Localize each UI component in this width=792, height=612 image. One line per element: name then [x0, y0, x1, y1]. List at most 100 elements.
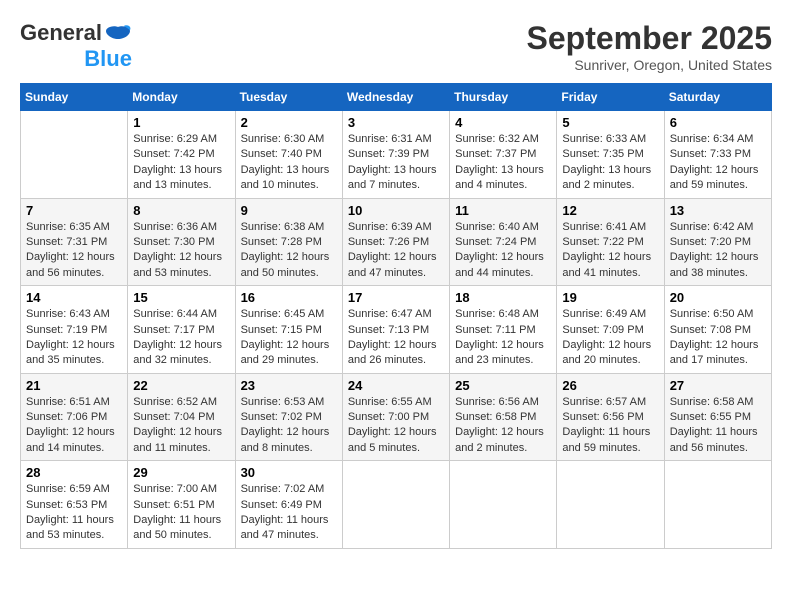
main-title: September 2025: [527, 20, 772, 57]
calendar-cell: 6 Sunrise: 6:34 AM Sunset: 7:33 PM Daylig…: [664, 111, 771, 199]
logo-blue: Blue: [84, 46, 132, 72]
calendar-cell: 4 Sunrise: 6:32 AM Sunset: 7:37 PM Daylig…: [450, 111, 557, 199]
col-header-sunday: Sunday: [21, 84, 128, 111]
calendar-cell: 29 Sunrise: 7:00 AM Sunset: 6:51 PM Dayli…: [128, 461, 235, 549]
calendar-cell: 14Sunrise: 6:43 AM Sunset: 7:19 PM Dayli…: [21, 286, 128, 374]
day-info: Sunrise: 6:34 AM Sunset: 7:33 PM Dayligh…: [670, 132, 766, 194]
day-info: Sunrise: 6:51 AM Sunset: 7:06 PM Dayligh…: [26, 395, 122, 457]
calendar-cell: 20 Sunrise: 6:50 AM Sunset: 7:08 PM Dayli…: [664, 286, 771, 374]
day-info: Sunrise: 6:42 AM Sunset: 7:20 PM Dayligh…: [670, 220, 766, 282]
week-row-3: 14Sunrise: 6:43 AM Sunset: 7:19 PM Dayli…: [21, 286, 772, 374]
day-info: Sunrise: 7:02 AM Sunset: 6:49 PM Dayligh…: [241, 482, 337, 544]
day-info: Sunrise: 6:35 AM Sunset: 7:31 PM Dayligh…: [26, 220, 122, 282]
calendar-cell: 23 Sunrise: 6:53 AM Sunset: 7:02 PM Dayli…: [235, 373, 342, 461]
day-info: Sunrise: 6:44 AM Sunset: 7:17 PM Dayligh…: [133, 307, 229, 369]
calendar-header-row: SundayMondayTuesdayWednesdayThursdayFrid…: [21, 84, 772, 111]
col-header-wednesday: Wednesday: [342, 84, 449, 111]
calendar-cell: 26 Sunrise: 6:57 AM Sunset: 6:56 PM Dayli…: [557, 373, 664, 461]
day-info: Sunrise: 6:32 AM Sunset: 7:37 PM Dayligh…: [455, 132, 551, 194]
day-number: 26: [562, 378, 658, 393]
day-info: Sunrise: 6:36 AM Sunset: 7:30 PM Dayligh…: [133, 220, 229, 282]
day-info: Sunrise: 6:38 AM Sunset: 7:28 PM Dayligh…: [241, 220, 337, 282]
calendar-cell: 21 Sunrise: 6:51 AM Sunset: 7:06 PM Dayli…: [21, 373, 128, 461]
day-number: 30: [241, 465, 337, 480]
col-header-thursday: Thursday: [450, 84, 557, 111]
calendar-cell: 3Sunrise: 6:31 AM Sunset: 7:39 PM Daylig…: [342, 111, 449, 199]
day-info: Sunrise: 6:41 AM Sunset: 7:22 PM Dayligh…: [562, 220, 658, 282]
day-number: 5: [562, 115, 658, 130]
calendar-cell: 18Sunrise: 6:48 AM Sunset: 7:11 PM Dayli…: [450, 286, 557, 374]
day-number: 21: [26, 378, 122, 393]
calendar-cell: 10Sunrise: 6:39 AM Sunset: 7:26 PM Dayli…: [342, 198, 449, 286]
col-header-friday: Friday: [557, 84, 664, 111]
calendar-cell: 19 Sunrise: 6:49 AM Sunset: 7:09 PM Dayli…: [557, 286, 664, 374]
calendar-cell: [664, 461, 771, 549]
day-info: Sunrise: 6:59 AM Sunset: 6:53 PM Dayligh…: [26, 482, 122, 544]
day-info: Sunrise: 6:56 AM Sunset: 6:58 PM Dayligh…: [455, 395, 551, 457]
calendar-cell: 15 Sunrise: 6:44 AM Sunset: 7:17 PM Dayli…: [128, 286, 235, 374]
calendar-cell: [450, 461, 557, 549]
day-number: 28: [26, 465, 122, 480]
calendar-cell: [21, 111, 128, 199]
day-number: 8: [133, 203, 229, 218]
week-row-4: 21 Sunrise: 6:51 AM Sunset: 7:06 PM Dayli…: [21, 373, 772, 461]
day-info: Sunrise: 6:48 AM Sunset: 7:11 PM Dayligh…: [455, 307, 551, 369]
calendar-cell: 27 Sunrise: 6:58 AM Sunset: 6:55 PM Dayli…: [664, 373, 771, 461]
day-number: 15: [133, 290, 229, 305]
calendar-cell: 11Sunrise: 6:40 AM Sunset: 7:24 PM Dayli…: [450, 198, 557, 286]
calendar-cell: 16 Sunrise: 6:45 AM Sunset: 7:15 PM Dayli…: [235, 286, 342, 374]
day-number: 7: [26, 203, 122, 218]
calendar-cell: 13 Sunrise: 6:42 AM Sunset: 7:20 PM Dayli…: [664, 198, 771, 286]
calendar-cell: 17Sunrise: 6:47 AM Sunset: 7:13 PM Dayli…: [342, 286, 449, 374]
day-number: 1: [133, 115, 229, 130]
col-header-saturday: Saturday: [664, 84, 771, 111]
day-number: 10: [348, 203, 444, 218]
day-info: Sunrise: 6:29 AM Sunset: 7:42 PM Dayligh…: [133, 132, 229, 194]
day-number: 22: [133, 378, 229, 393]
day-number: 11: [455, 203, 551, 218]
logo-block: General Blue: [20, 20, 132, 72]
logo-bird-icon: [104, 25, 132, 41]
calendar-cell: 28 Sunrise: 6:59 AM Sunset: 6:53 PM Dayli…: [21, 461, 128, 549]
calendar-cell: 5Sunrise: 6:33 AM Sunset: 7:35 PM Daylig…: [557, 111, 664, 199]
calendar-cell: [557, 461, 664, 549]
calendar-cell: 24Sunrise: 6:55 AM Sunset: 7:00 PM Dayli…: [342, 373, 449, 461]
day-number: 24: [348, 378, 444, 393]
week-row-5: 28 Sunrise: 6:59 AM Sunset: 6:53 PM Dayli…: [21, 461, 772, 549]
day-number: 9: [241, 203, 337, 218]
day-info: Sunrise: 6:49 AM Sunset: 7:09 PM Dayligh…: [562, 307, 658, 369]
day-info: Sunrise: 6:30 AM Sunset: 7:40 PM Dayligh…: [241, 132, 337, 194]
day-info: Sunrise: 6:45 AM Sunset: 7:15 PM Dayligh…: [241, 307, 337, 369]
day-number: 20: [670, 290, 766, 305]
week-row-1: 1 Sunrise: 6:29 AM Sunset: 7:42 PM Daylig…: [21, 111, 772, 199]
day-number: 13: [670, 203, 766, 218]
day-number: 12: [562, 203, 658, 218]
calendar-cell: [342, 461, 449, 549]
day-number: 16: [241, 290, 337, 305]
calendar-table: SundayMondayTuesdayWednesdayThursdayFrid…: [20, 83, 772, 549]
subtitle: Sunriver, Oregon, United States: [527, 57, 772, 73]
day-number: 27: [670, 378, 766, 393]
page-header: General Blue September 2025 Sunriver, Or…: [20, 20, 772, 73]
day-number: 14: [26, 290, 122, 305]
week-row-2: 7 Sunrise: 6:35 AM Sunset: 7:31 PM Daylig…: [21, 198, 772, 286]
day-info: Sunrise: 6:50 AM Sunset: 7:08 PM Dayligh…: [670, 307, 766, 369]
calendar-cell: 25 Sunrise: 6:56 AM Sunset: 6:58 PM Dayli…: [450, 373, 557, 461]
calendar-cell: 12 Sunrise: 6:41 AM Sunset: 7:22 PM Dayli…: [557, 198, 664, 286]
calendar-cell: 30 Sunrise: 7:02 AM Sunset: 6:49 PM Dayli…: [235, 461, 342, 549]
day-number: 29: [133, 465, 229, 480]
col-header-tuesday: Tuesday: [235, 84, 342, 111]
day-info: Sunrise: 6:47 AM Sunset: 7:13 PM Dayligh…: [348, 307, 444, 369]
day-number: 19: [562, 290, 658, 305]
calendar-cell: 8 Sunrise: 6:36 AM Sunset: 7:30 PM Daylig…: [128, 198, 235, 286]
day-info: Sunrise: 6:53 AM Sunset: 7:02 PM Dayligh…: [241, 395, 337, 457]
day-info: Sunrise: 6:57 AM Sunset: 6:56 PM Dayligh…: [562, 395, 658, 457]
day-info: Sunrise: 7:00 AM Sunset: 6:51 PM Dayligh…: [133, 482, 229, 544]
day-number: 4: [455, 115, 551, 130]
calendar-cell: 22Sunrise: 6:52 AM Sunset: 7:04 PM Dayli…: [128, 373, 235, 461]
day-number: 23: [241, 378, 337, 393]
day-number: 6: [670, 115, 766, 130]
day-info: Sunrise: 6:58 AM Sunset: 6:55 PM Dayligh…: [670, 395, 766, 457]
logo-general: General: [20, 20, 102, 46]
day-number: 25: [455, 378, 551, 393]
